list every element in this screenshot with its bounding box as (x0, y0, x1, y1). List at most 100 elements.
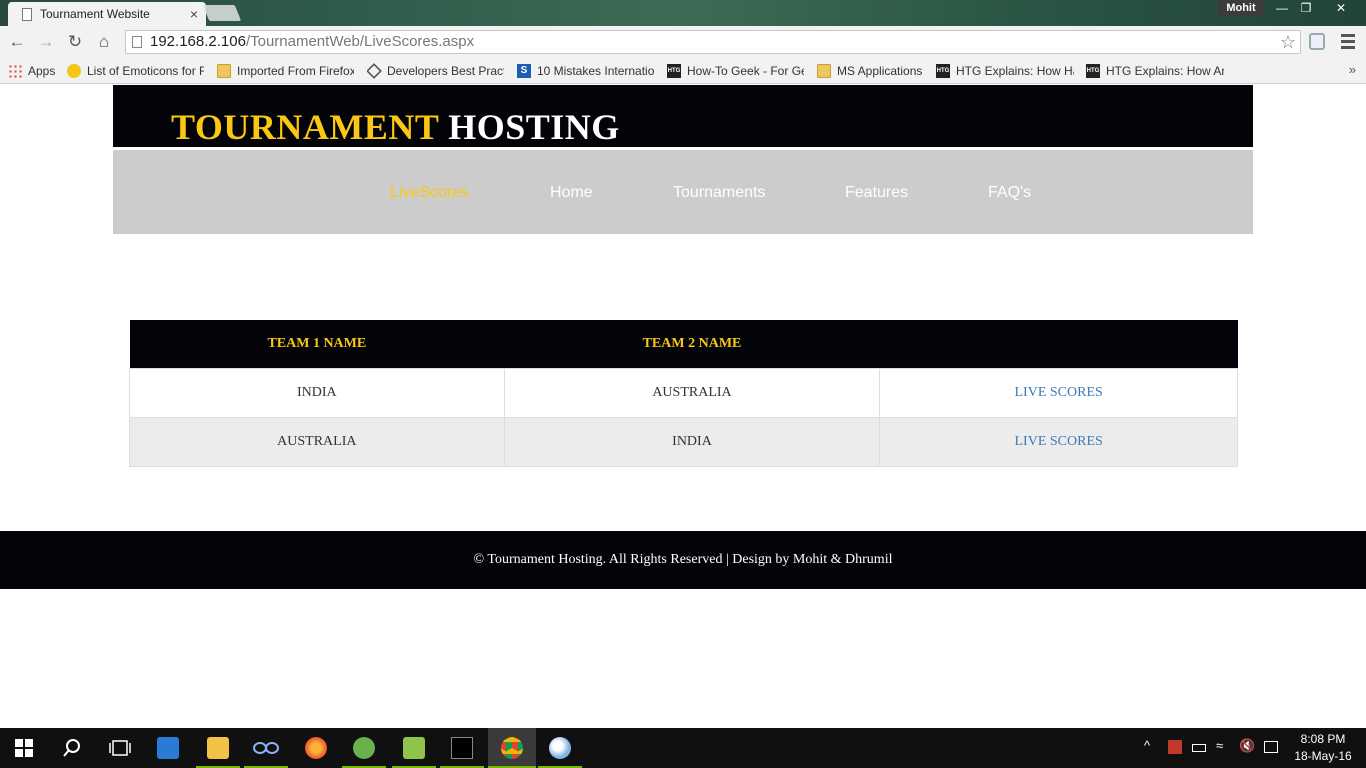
header-team1: TEAM 1 NAME (267, 335, 367, 351)
forward-arrow-icon[interactable]: → (36, 32, 56, 52)
htg-icon: HTG (936, 64, 950, 78)
smiley-icon (67, 64, 81, 78)
media-player-icon (157, 737, 179, 759)
android-studio-icon (353, 737, 375, 759)
htg-icon: HTG (1086, 64, 1100, 78)
taskbar-visual-studio[interactable] (242, 728, 290, 768)
site-footer: © Tournament Hosting. All Rights Reserve… (0, 531, 1366, 589)
bookmark-10-mistakes[interactable]: S 10 Mistakes Internatio (517, 63, 654, 79)
bookmarks-bar: Apps List of Emoticons for F Imported Fr… (0, 58, 1366, 84)
logo-word-hosting: HOSTING (448, 107, 620, 147)
live-scores-link[interactable]: LIVE SCORES (1015, 434, 1103, 449)
nav-tournaments[interactable]: Tournaments (673, 184, 766, 202)
url-host: 192.168.2.106 (150, 33, 246, 50)
extension-icon[interactable] (1309, 33, 1325, 50)
home-icon[interactable]: ⌂ (94, 32, 114, 52)
chrome-icon (501, 737, 523, 759)
taskbar-chrome[interactable] (488, 728, 536, 768)
browser-toolbar: ← → ↻ ⌂ 192.168.2.106/TournamentWeb/Live… (0, 26, 1366, 58)
page-info-icon[interactable] (132, 36, 142, 48)
tab-close-icon[interactable]: × (190, 6, 198, 22)
infinity-icon (253, 742, 279, 754)
task-view-icon (109, 740, 131, 756)
restore-button[interactable]: ❐ (1294, 0, 1318, 18)
chrome-menu-icon[interactable] (1341, 34, 1355, 52)
reload-icon[interactable]: ↻ (65, 32, 85, 52)
browser-title-bar: Tournament Website × Mohit — ❐ ✕ (0, 0, 1366, 26)
logo-word-tournament: TOURNAMENT (171, 107, 439, 147)
clock-time: 8:08 PM (1300, 732, 1346, 746)
team2-cell: AUSTRALIA (503, 367, 881, 418)
header-action (880, 320, 1238, 368)
taskbar-firefox[interactable] (292, 728, 340, 768)
header-team2: TEAM 2 NAME (642, 335, 742, 351)
folder-icon (207, 737, 229, 759)
url-path: /TournamentWeb/LiveScores.aspx (245, 33, 475, 50)
taskbar-android-studio[interactable] (340, 728, 388, 768)
bookmark-imported-firefox[interactable]: Imported From Firefox (217, 63, 354, 79)
s-icon: S (517, 64, 531, 78)
live-scores-table: TEAM 1 NAME TEAM 2 NAME INDIA AUSTRALIA … (129, 320, 1238, 467)
new-tab-button[interactable] (202, 5, 242, 21)
windows-taskbar: ^ ≈ 🔇 8:08 PM 18-May-16 (0, 728, 1366, 768)
terminal-icon (451, 737, 473, 759)
clock-date: 18-May-16 (1294, 749, 1352, 763)
site-nav: LiveScores Home Tournaments Features FAQ… (113, 150, 1253, 234)
htg-icon: HTG (667, 64, 681, 78)
bookmark-htg-explains-2[interactable]: HTG HTG Explains: How An (1086, 63, 1224, 79)
windows-logo-icon (15, 739, 33, 757)
table-header-row: TEAM 1 NAME TEAM 2 NAME (129, 320, 1238, 368)
notepad-icon (403, 737, 425, 759)
live-scores-cell: LIVE SCORES (879, 367, 1238, 418)
nav-features[interactable]: Features (845, 184, 908, 202)
bookmark-star-icon[interactable]: ☆ (1280, 31, 1296, 53)
profile-button[interactable]: Mohit (1218, 0, 1264, 17)
nav-faqs[interactable]: FAQ's (988, 184, 1031, 202)
browser-tab[interactable]: Tournament Website × (8, 2, 206, 26)
table-row: INDIA AUSTRALIA LIVE SCORES (129, 367, 1238, 418)
tray-overflow-icon[interactable]: ^ (1144, 738, 1150, 753)
battery-icon[interactable] (1192, 744, 1206, 752)
taskbar-command-prompt[interactable] (438, 728, 486, 768)
action-center-icon[interactable] (1264, 741, 1278, 753)
team2-cell: INDIA (503, 416, 881, 467)
nav-home[interactable]: Home (550, 184, 593, 202)
firefox-icon (305, 737, 327, 759)
live-scores-cell: LIVE SCORES (879, 416, 1238, 467)
site-logo[interactable]: TOURNAMENT HOSTING (171, 107, 620, 147)
tab-title: Tournament Website (40, 7, 150, 21)
nav-livescores[interactable]: LiveScores (390, 184, 469, 202)
bookmark-ms-applications[interactable]: MS Applications (817, 63, 927, 79)
wifi-icon[interactable]: ≈ (1216, 738, 1223, 753)
system-clock[interactable]: 8:08 PM 18-May-16 (1288, 731, 1358, 765)
start-button[interactable] (0, 728, 48, 768)
taskbar-media-player[interactable] (144, 728, 192, 768)
bookmark-how-to-geek[interactable]: HTG How-To Geek - For Ge (667, 63, 804, 79)
live-scores-link[interactable]: LIVE SCORES (1015, 385, 1103, 400)
bookmark-developers-best-practices[interactable]: Developers Best Pract (367, 63, 504, 79)
minimize-button[interactable]: — (1270, 0, 1294, 18)
folder-icon (217, 64, 231, 78)
folder-icon (817, 64, 831, 78)
tray-app-icon[interactable] (1168, 740, 1182, 754)
table-row: AUSTRALIA INDIA LIVE SCORES (129, 416, 1238, 467)
back-arrow-icon[interactable]: ← (7, 32, 27, 52)
address-bar[interactable]: 192.168.2.106/TournamentWeb/LiveScores.a… (125, 30, 1301, 54)
bookmarks-overflow-icon[interactable]: » (1349, 62, 1356, 77)
paint-icon (549, 737, 571, 759)
volume-muted-icon[interactable]: 🔇 (1239, 738, 1255, 754)
taskbar-paint[interactable] (536, 728, 584, 768)
task-view-button[interactable] (96, 728, 144, 768)
taskbar-notepad-plus[interactable] (390, 728, 438, 768)
apps-grid-icon (8, 64, 22, 78)
search-button[interactable] (48, 728, 96, 768)
taskbar-file-explorer[interactable] (194, 728, 242, 768)
search-icon (63, 739, 80, 757)
bookmark-apps[interactable]: Apps (8, 63, 58, 79)
close-window-button[interactable]: ✕ (1318, 0, 1364, 18)
bookmark-emoticons[interactable]: List of Emoticons for F (67, 63, 204, 79)
bookmark-htg-explains-1[interactable]: HTG HTG Explains: How Ha (936, 63, 1074, 79)
diamond-icon (367, 63, 382, 79)
team1-cell: INDIA (129, 367, 505, 418)
page-icon (22, 7, 32, 21)
